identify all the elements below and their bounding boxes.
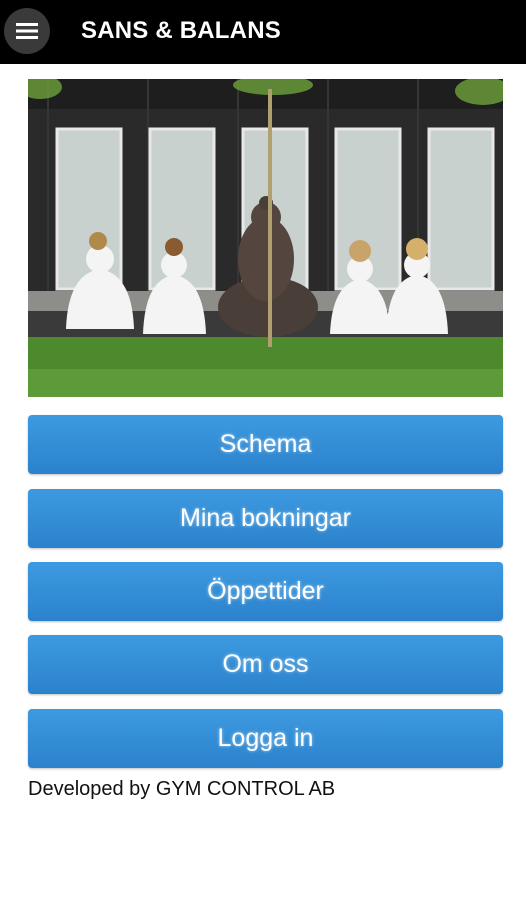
login-button[interactable]: Logga in (28, 709, 503, 768)
developer-credit: Developed by GYM CONTROL AB (28, 778, 336, 800)
hamburger-menu-icon (16, 23, 38, 39)
menu-button[interactable] (4, 8, 50, 54)
about-us-button[interactable]: Om oss (28, 635, 503, 694)
opening-hours-button[interactable]: Öppettider (28, 562, 503, 621)
app-title: SANS & BALANS (81, 17, 281, 44)
schedule-button[interactable]: Schema (28, 415, 503, 474)
top-app-bar: SANS & BALANS (0, 0, 526, 64)
hero-image (28, 79, 503, 397)
my-bookings-button[interactable]: Mina bokningar (28, 489, 503, 548)
